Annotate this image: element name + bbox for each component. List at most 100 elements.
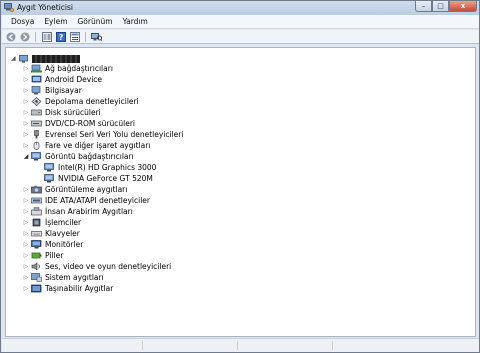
tree-item-system-devices[interactable]: ▷ Sistem aygıtları (22, 272, 104, 283)
network-adapter-icon (31, 64, 42, 73)
menu-bar: Dosya Eylem Görünüm Yardım (2, 15, 479, 29)
tree-item-label: İşlemciler (45, 218, 82, 227)
status-separator (237, 341, 238, 350)
portable-device-icon (31, 284, 42, 293)
tree-item-label: DVD/CD-ROM sürücüleri (45, 119, 136, 128)
tree-item-imaging-devices[interactable]: ▷ Görüntüleme aygıtları (22, 184, 128, 195)
expand-toggle[interactable]: ▷ (22, 274, 30, 281)
tree-item-label: Görüntüleme aygıtları (45, 185, 128, 194)
window-title: Aygıt Yöneticisi (17, 3, 73, 12)
expand-toggle[interactable]: ▷ (22, 219, 30, 226)
tree-item-human-interface-devices[interactable]: ▷ İnsan Arabirim Aygıtları (22, 206, 133, 217)
tree-item-label: Klavyeler (45, 229, 80, 238)
expand-toggle[interactable]: ▷ (22, 142, 30, 149)
device-manager-window: Aygıt Yöneticisi – □ x Dosya Eylem Görün… (0, 0, 480, 353)
expand-toggle[interactable]: ▷ (22, 263, 30, 270)
tree-item-usb-controllers[interactable]: ▷ Evrensel Seri Veri Yolu denetleyiciler… (22, 129, 184, 140)
tree-item-processors[interactable]: ▷ İşlemciler (22, 217, 81, 228)
properties-icon[interactable] (69, 31, 80, 42)
tree-item-disk-drives[interactable]: ▷ Disk sürücüleri (22, 107, 101, 118)
tree-item-label: Piller (45, 251, 64, 260)
tree-item-sound-video-game-controllers[interactable]: ▷ Ses, video ve oyun denetleyicileri (22, 261, 172, 272)
monitor-icon (31, 240, 42, 249)
title-bar[interactable]: Aygıt Yöneticisi – □ x (1, 1, 479, 15)
tree-item-android-device[interactable]: ▷ Android Device (22, 74, 102, 85)
collapse-toggle[interactable]: ◢ (22, 153, 30, 160)
menu-gorunum[interactable]: Görünüm (73, 17, 118, 26)
keyboard-icon (31, 231, 42, 237)
expand-toggle[interactable]: ▷ (22, 208, 30, 215)
back-icon[interactable] (5, 31, 16, 42)
tree-item-nvidia-geforce[interactable]: NVIDIA GeForce GT 520M (44, 173, 153, 184)
expand-toggle[interactable]: ▷ (22, 186, 30, 193)
tree-item-network-adapters[interactable]: ▷ Ağ bağdaştırıcıları (22, 63, 113, 74)
ide-controller-icon (31, 197, 42, 204)
tree-item-label: Monitörler (45, 240, 84, 249)
expand-toggle[interactable]: ▷ (22, 98, 30, 105)
tree-item-batteries[interactable]: ▷ Piller (22, 250, 64, 261)
expand-toggle[interactable]: ▷ (22, 109, 30, 116)
toolbar: ? (2, 30, 479, 44)
expand-toggle[interactable]: ▷ (22, 131, 30, 138)
toolbar-separator (35, 31, 36, 42)
tree-item-keyboards[interactable]: ▷ Klavyeler (22, 228, 80, 239)
scan-hardware-icon[interactable] (91, 31, 102, 42)
tree-item-label: NVIDIA GeForce GT 520M (58, 174, 153, 183)
imaging-device-icon (31, 185, 42, 194)
display-adapter-icon (44, 163, 54, 172)
collapse-root-toggle[interactable]: ◢ (11, 55, 19, 62)
menu-yardim[interactable]: Yardım (118, 17, 153, 26)
menu-dosya[interactable]: Dosya (6, 17, 39, 26)
menu-eylem[interactable]: Eylem (39, 17, 72, 26)
device-manager-icon (4, 3, 14, 12)
expand-toggle[interactable]: ▷ (22, 241, 30, 248)
redacted-computer-name (32, 54, 80, 63)
tree-item-mice[interactable]: ▷ Fare ve diğer işaret aygıtları (22, 140, 151, 151)
expand-toggle[interactable]: ▷ (22, 230, 30, 237)
tree-item-label: IDE ATA/ATAPI denetleyiciler (45, 196, 151, 205)
tree-item-storage-controllers[interactable]: ▷ Depolama denetleyicileri (22, 96, 139, 107)
tree-item-label: Depolama denetleyicileri (45, 97, 139, 106)
device-tree[interactable]: ◢ ▷ Ağ bağdaştırıcıları ▷ Android Device… (5, 47, 476, 337)
tree-item-ide-controllers[interactable]: ▷ IDE ATA/ATAPI denetleyiciler (22, 195, 150, 206)
tree-item-label: Intel(R) HD Graphics 3000 (58, 163, 157, 172)
tree-view-icon[interactable] (41, 31, 52, 42)
tree-item-label: Ses, video ve oyun denetleyicileri (45, 262, 172, 271)
status-separator (142, 341, 143, 350)
window-controls: – □ x (415, 1, 477, 13)
expand-toggle[interactable]: ▷ (22, 65, 30, 72)
tree-item-label: Sistem aygıtları (45, 273, 104, 282)
tree-item-display-adapters[interactable]: ◢ Görüntü bağdaştırıcıları (22, 151, 134, 162)
dvd-drive-icon (31, 120, 42, 127)
expand-toggle[interactable]: ▷ (22, 120, 30, 127)
tree-item-label: İnsan Arabirim Aygıtları (45, 207, 133, 216)
close-button[interactable]: x (449, 1, 477, 12)
help-icon[interactable]: ? (55, 31, 66, 42)
disk-drive-icon (31, 109, 42, 116)
expand-toggle[interactable]: ▷ (22, 285, 30, 292)
tree-item-label: Bilgisayar (45, 86, 82, 95)
android-device-icon (31, 75, 42, 83)
tree-item-portable-devices[interactable]: ▷ Taşınabilir Aygıtlar (22, 283, 114, 294)
tree-item-intel-hd-graphics[interactable]: Intel(R) HD Graphics 3000 (44, 162, 156, 173)
computer-icon (31, 86, 41, 95)
minimize-button[interactable]: – (415, 1, 432, 12)
battery-icon (31, 252, 42, 259)
storage-controller-icon (31, 97, 42, 106)
tree-item-label: Evrensel Seri Veri Yolu denetleyicileri (45, 130, 184, 139)
tree-item-computer[interactable]: ▷ Bilgisayar (22, 85, 82, 96)
tree-item-dvd-drives[interactable]: ▷ DVD/CD-ROM sürücüleri (22, 118, 135, 129)
display-adapter-icon (44, 174, 54, 183)
expand-toggle[interactable]: ▷ (22, 197, 30, 204)
mouse-icon (33, 141, 40, 150)
status-bar (2, 338, 479, 352)
tree-item-monitors[interactable]: ▷ Monitörler (22, 239, 84, 250)
hid-icon (31, 207, 42, 216)
maximize-button[interactable]: □ (432, 1, 449, 12)
forward-icon[interactable] (19, 31, 30, 42)
expand-toggle[interactable]: ▷ (22, 87, 30, 94)
expand-toggle[interactable]: ▷ (22, 252, 30, 259)
sound-icon (31, 262, 40, 271)
tree-item-label: Android Device (45, 75, 103, 84)
expand-toggle[interactable]: ▷ (22, 76, 30, 83)
